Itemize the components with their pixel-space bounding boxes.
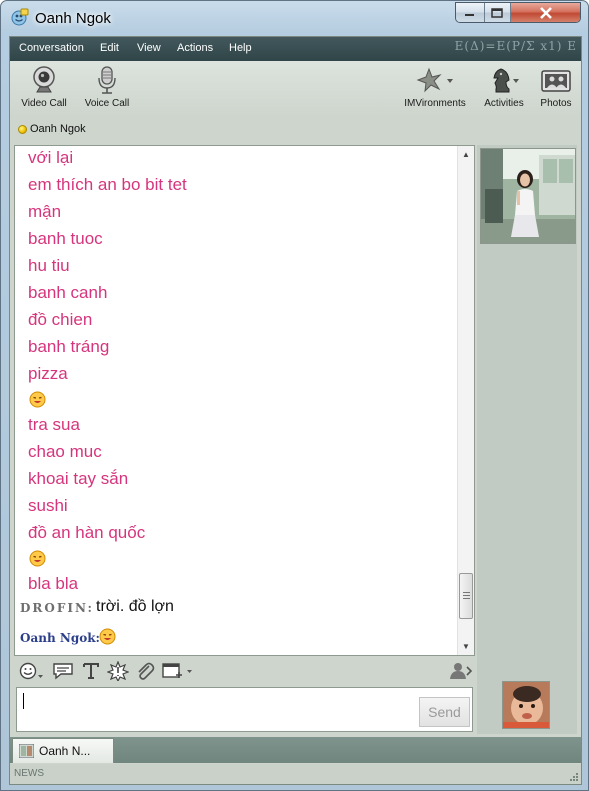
- title-bar[interactable]: Oanh Ngok: [1, 1, 588, 35]
- scroll-up-icon[interactable]: ▲: [462, 150, 470, 159]
- my-avatar-image: [503, 682, 549, 728]
- message-list: với lại em thích an bo bit tet mận banh …: [15, 146, 458, 655]
- menu-actions[interactable]: Actions: [177, 42, 213, 54]
- message-line: với lại: [28, 148, 74, 167]
- news-label[interactable]: NEWS: [14, 768, 44, 779]
- imvironments-label: IMVironments: [404, 98, 466, 109]
- window-icon[interactable]: [161, 661, 195, 681]
- grip-line: [463, 598, 470, 599]
- video-call-label: Video Call: [21, 98, 67, 109]
- attach-icon[interactable]: [135, 661, 155, 681]
- message-line: hu tiu: [28, 256, 70, 275]
- smiley-emoticon-icon: [99, 628, 116, 645]
- contact-icon[interactable]: [449, 661, 473, 681]
- contact-photo-icon: [19, 744, 34, 758]
- buddy-display-image[interactable]: [480, 148, 576, 244]
- message-line: bla bla: [28, 574, 79, 593]
- message-line: mận: [28, 202, 62, 221]
- webcam-icon: [33, 66, 55, 93]
- resize-grip-icon[interactable]: [569, 772, 579, 782]
- text-format-icon[interactable]: [81, 661, 101, 681]
- messenger-icon: [11, 8, 29, 26]
- my-display-image[interactable]: [502, 681, 550, 729]
- scroll-down-icon[interactable]: ▼: [462, 642, 470, 651]
- message-line: pizza: [28, 364, 68, 383]
- message-line: banh tuoc: [28, 229, 103, 248]
- online-status-icon: [18, 125, 27, 134]
- chess-knight-icon: [493, 68, 519, 93]
- conversation-history[interactable]: với lại em thích an bo bit tet mận banh …: [14, 145, 475, 656]
- message-line: banh canh: [28, 283, 108, 302]
- photos-button[interactable]: Photos: [538, 65, 574, 109]
- emoticon-icon[interactable]: [19, 661, 45, 681]
- send-button[interactable]: Send: [419, 697, 470, 727]
- window-title: Oanh Ngok: [35, 10, 111, 27]
- menu-decoration: E(Δ)=E(P/Σ x1) E: [454, 39, 577, 53]
- audible-icon[interactable]: [52, 661, 74, 681]
- drofin-message: trời. đồ lợn: [96, 598, 174, 615]
- menu-view[interactable]: View: [137, 42, 161, 54]
- menu-help[interactable]: Help: [229, 42, 252, 54]
- microphone-icon: [98, 66, 116, 94]
- sender-name-oanh: Oanh Ngok:: [20, 631, 100, 645]
- photos-label: Photos: [540, 98, 572, 109]
- sender-name-drofin: DROFIN:: [20, 601, 94, 615]
- contact-status: Oanh Ngok: [10, 121, 581, 139]
- smiley-emoticon-icon: [29, 550, 46, 567]
- message-input[interactable]: [16, 687, 473, 732]
- message-line: sushi: [28, 496, 68, 515]
- imvironments-button[interactable]: IMVironments: [404, 65, 466, 109]
- video-call-button[interactable]: Video Call: [20, 65, 68, 109]
- buddy-photo-image: [481, 149, 575, 243]
- imvironments-icon: [416, 67, 453, 93]
- voice-call-button[interactable]: Voice Call: [82, 65, 132, 109]
- close-icon: [539, 6, 552, 19]
- maximize-button[interactable]: [484, 3, 512, 22]
- message-line: khoai tay sắn: [28, 469, 129, 488]
- grip-line: [463, 595, 470, 596]
- main-toolbar: Video Call Voice Call IMVironments Activ…: [10, 61, 581, 117]
- message-line: đồ an hàn quốc: [28, 523, 146, 542]
- conversation-tabs: Oanh N...: [10, 737, 581, 763]
- grip-line: [463, 592, 470, 593]
- voice-call-label: Voice Call: [84, 98, 130, 109]
- news-bar: NEWS: [10, 764, 581, 784]
- close-button[interactable]: [511, 3, 580, 22]
- menu-bar: Conversation Edit View Actions Help E(Δ)…: [10, 37, 581, 61]
- message-line: banh tráng: [28, 337, 110, 356]
- minimize-icon: [465, 13, 475, 16]
- activities-label: Activities: [484, 98, 524, 109]
- message-line: chao muc: [28, 442, 102, 461]
- text-caret: [23, 693, 24, 709]
- tab-oanh-ngok[interactable]: Oanh N...: [12, 738, 114, 763]
- menu-conversation[interactable]: Conversation: [19, 42, 84, 54]
- contact-name[interactable]: Oanh Ngok: [30, 123, 86, 135]
- minimize-button[interactable]: [456, 3, 485, 22]
- messenger-client: Conversation Edit View Actions Help E(Δ)…: [9, 36, 582, 785]
- photos-icon: [541, 70, 571, 92]
- tab-label: Oanh N...: [39, 744, 91, 758]
- message-line: em thích an bo bit tet: [28, 175, 187, 194]
- conversation-scrollbar[interactable]: ▲ ▼: [457, 146, 474, 655]
- side-pane: [477, 145, 577, 734]
- buzz-icon[interactable]: [107, 661, 129, 681]
- caption-buttons: [455, 2, 581, 23]
- message-line: tra sua: [28, 415, 80, 434]
- activities-button[interactable]: Activities: [480, 65, 528, 109]
- scrollbar-thumb[interactable]: [459, 573, 473, 619]
- maximize-icon: [491, 7, 504, 18]
- window-frame: Oanh Ngok Conversation Edit View Actions…: [0, 0, 589, 791]
- smiley-emoticon-icon: [29, 391, 46, 408]
- message-line: đồ chien: [28, 310, 93, 329]
- format-toolbar: [14, 659, 475, 683]
- menu-edit[interactable]: Edit: [100, 42, 119, 54]
